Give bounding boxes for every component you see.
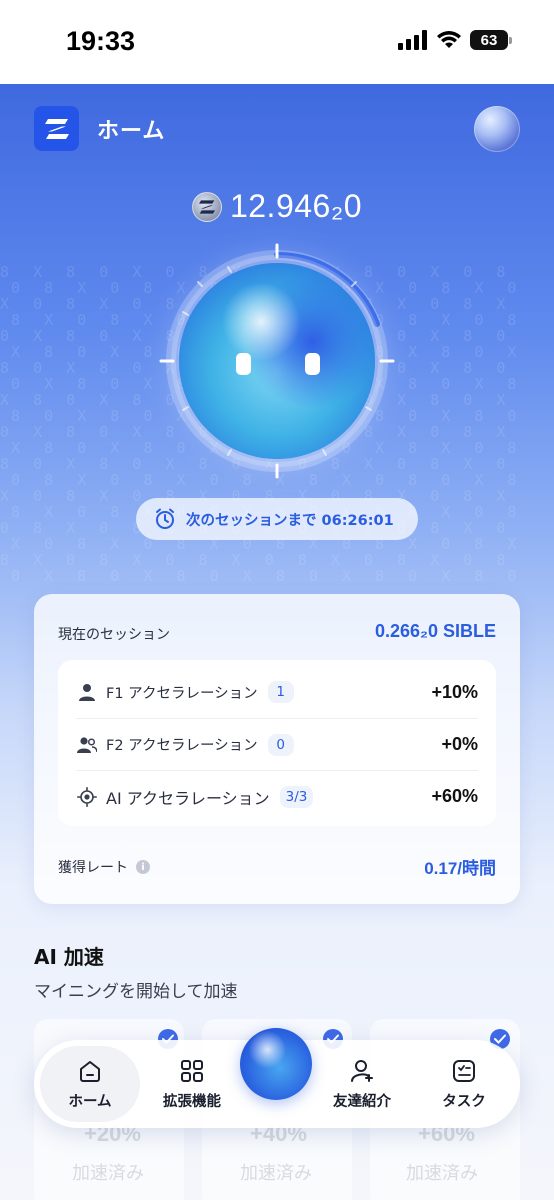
orb-body xyxy=(179,263,375,459)
current-session-value: 0.266₂0 SIBLE xyxy=(374,621,496,641)
current-session-card: 現在のセッション 0.266₂0 SIBLE F1 アクセラレーション 1 +1… xyxy=(34,594,520,904)
acceleration-percent: +0% xyxy=(441,734,478,754)
avatar[interactable] xyxy=(474,106,520,152)
coin-icon xyxy=(191,191,222,222)
users-icon xyxy=(76,734,98,756)
balance-display: 12.946₂0 xyxy=(0,188,554,225)
earning-rate-value: 0.17/時間 xyxy=(424,859,496,878)
acceleration-row-f1[interactable]: F1 アクセラレーション 1 +10% xyxy=(76,666,478,718)
session-timer-pill: 次のセッションまで 06:26:01 xyxy=(136,498,418,540)
app-screen: 8 X 8 0 X 0 8 X 0 8 X 8 0 X 0 8 0 8 X 0 … xyxy=(0,84,554,1200)
acceleration-label: AI アクセラレーション xyxy=(106,788,270,808)
acceleration-row-ai[interactable]: AI アクセラレーション 3/3 +60% xyxy=(76,770,478,822)
bottom-tab-bar: ホーム 拡張機能 友達紹介 タスク xyxy=(34,1028,520,1128)
status-time: 19:33 xyxy=(66,26,136,56)
boost-status: 加速済み xyxy=(240,1163,312,1184)
tab-extensions[interactable]: 拡張機能 xyxy=(142,1046,242,1122)
tab-label: 拡張機能 xyxy=(163,1093,221,1110)
acceleration-row-f2[interactable]: F2 アクセラレーション 0 +0% xyxy=(76,718,478,770)
alarm-clock-icon xyxy=(156,508,174,529)
balance-value: 12.946₂0 xyxy=(229,188,363,224)
app-logo-icon[interactable] xyxy=(34,106,79,151)
earning-rate-row: 獲得レート i xyxy=(58,857,150,877)
center-mining-button[interactable] xyxy=(240,1028,312,1100)
orb-left-eye xyxy=(236,353,251,375)
ai-boost-title: AI 加速 xyxy=(34,945,104,969)
acceleration-count-badge: 3/3 xyxy=(279,785,314,808)
mining-orb[interactable] xyxy=(155,239,399,483)
earning-rate-label: 獲得レート xyxy=(58,860,128,876)
acceleration-label: F2 アクセラレーション xyxy=(106,738,258,754)
status-bar: 19:33 63 xyxy=(0,0,554,84)
acceleration-list: F1 アクセラレーション 1 +10% F2 アクセラレーション 0 +0% A… xyxy=(58,660,496,826)
session-timer-label: 次のセッションまで 06:26:01 xyxy=(186,512,394,529)
boost-status: 加速済み xyxy=(406,1163,478,1184)
current-session-title: 現在のセッション xyxy=(58,627,170,643)
ai-boost-subtitle: マイニングを開始して加速 xyxy=(34,982,238,1002)
battery-indicator: 63 xyxy=(470,30,512,50)
tab-label: タスク xyxy=(442,1093,486,1110)
acceleration-percent: +10% xyxy=(431,681,478,702)
tab-home[interactable]: ホーム xyxy=(40,1046,140,1122)
app-header: ホーム xyxy=(34,106,165,151)
grid-icon xyxy=(181,1059,203,1082)
acceleration-count-badge: 0 xyxy=(267,733,294,756)
wifi-icon xyxy=(437,31,461,48)
ai-chip-icon xyxy=(76,786,98,808)
tab-label: 友達紹介 xyxy=(333,1093,391,1110)
info-icon[interactable]: i xyxy=(136,860,150,874)
task-list-icon xyxy=(453,1059,475,1082)
home-icon xyxy=(80,1060,100,1082)
tab-tasks[interactable]: タスク xyxy=(414,1046,514,1122)
signal-icon xyxy=(398,30,427,50)
acceleration-percent: +60% xyxy=(431,786,478,806)
status-icons: 63 xyxy=(398,30,512,50)
boost-status: 加速済み xyxy=(72,1163,144,1184)
tab-invite-friends[interactable]: 友達紹介 xyxy=(312,1046,412,1122)
page-title: ホーム xyxy=(97,118,166,144)
user-icon xyxy=(76,681,98,703)
acceleration-count-badge: 1 xyxy=(267,681,294,703)
user-plus-icon xyxy=(351,1059,373,1082)
acceleration-label: F1 アクセラレーション xyxy=(106,685,258,702)
tab-label: ホーム xyxy=(68,1093,112,1110)
orb-right-eye xyxy=(305,353,320,375)
